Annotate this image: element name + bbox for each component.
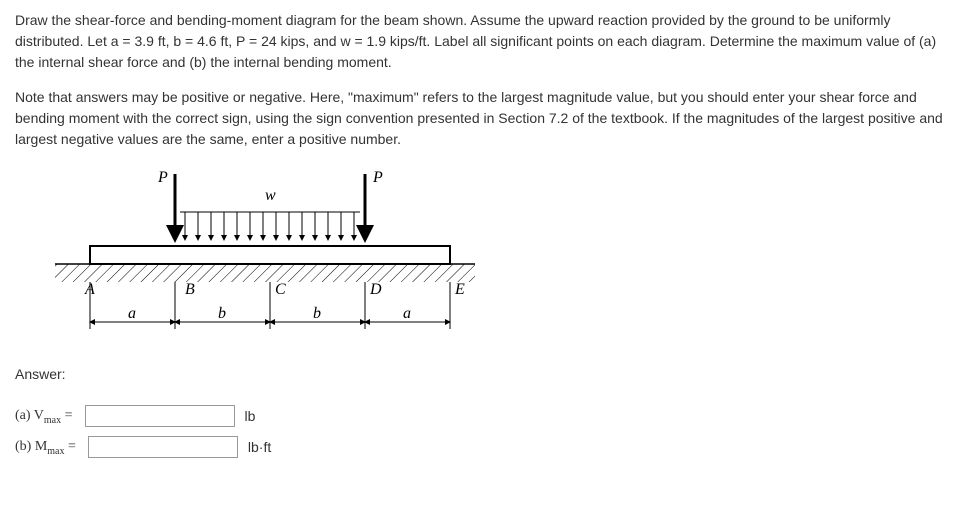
label-B: B — [185, 281, 195, 298]
mmax-label: (b) Mmax = — [15, 436, 76, 459]
label-P-right: P — [372, 169, 383, 186]
mmax-unit: lb·ft — [248, 437, 271, 458]
answer-heading: Answer: — [15, 364, 959, 385]
beam-diagram: P P w A B C D — [55, 164, 475, 344]
problem-paragraph-1: Draw the shear-force and bending-moment … — [15, 10, 959, 73]
label-E: E — [454, 281, 465, 298]
vmax-row: (a) Vmax = lb — [15, 405, 959, 428]
dim-b1: b — [218, 305, 226, 322]
vmax-input[interactable] — [85, 405, 235, 427]
label-D: D — [369, 281, 382, 298]
mmax-input[interactable] — [88, 436, 238, 458]
vmax-unit: lb — [245, 406, 256, 427]
dim-b2: b — [313, 305, 321, 322]
mmax-row: (b) Mmax = lb·ft — [15, 436, 959, 459]
label-w: w — [265, 187, 276, 204]
label-P-left: P — [157, 169, 168, 186]
vmax-label: (a) Vmax = — [15, 405, 73, 428]
problem-paragraph-2: Note that answers may be positive or neg… — [15, 87, 959, 150]
dim-a2: a — [403, 305, 411, 322]
dim-a1: a — [128, 305, 136, 322]
label-C: C — [275, 281, 286, 298]
